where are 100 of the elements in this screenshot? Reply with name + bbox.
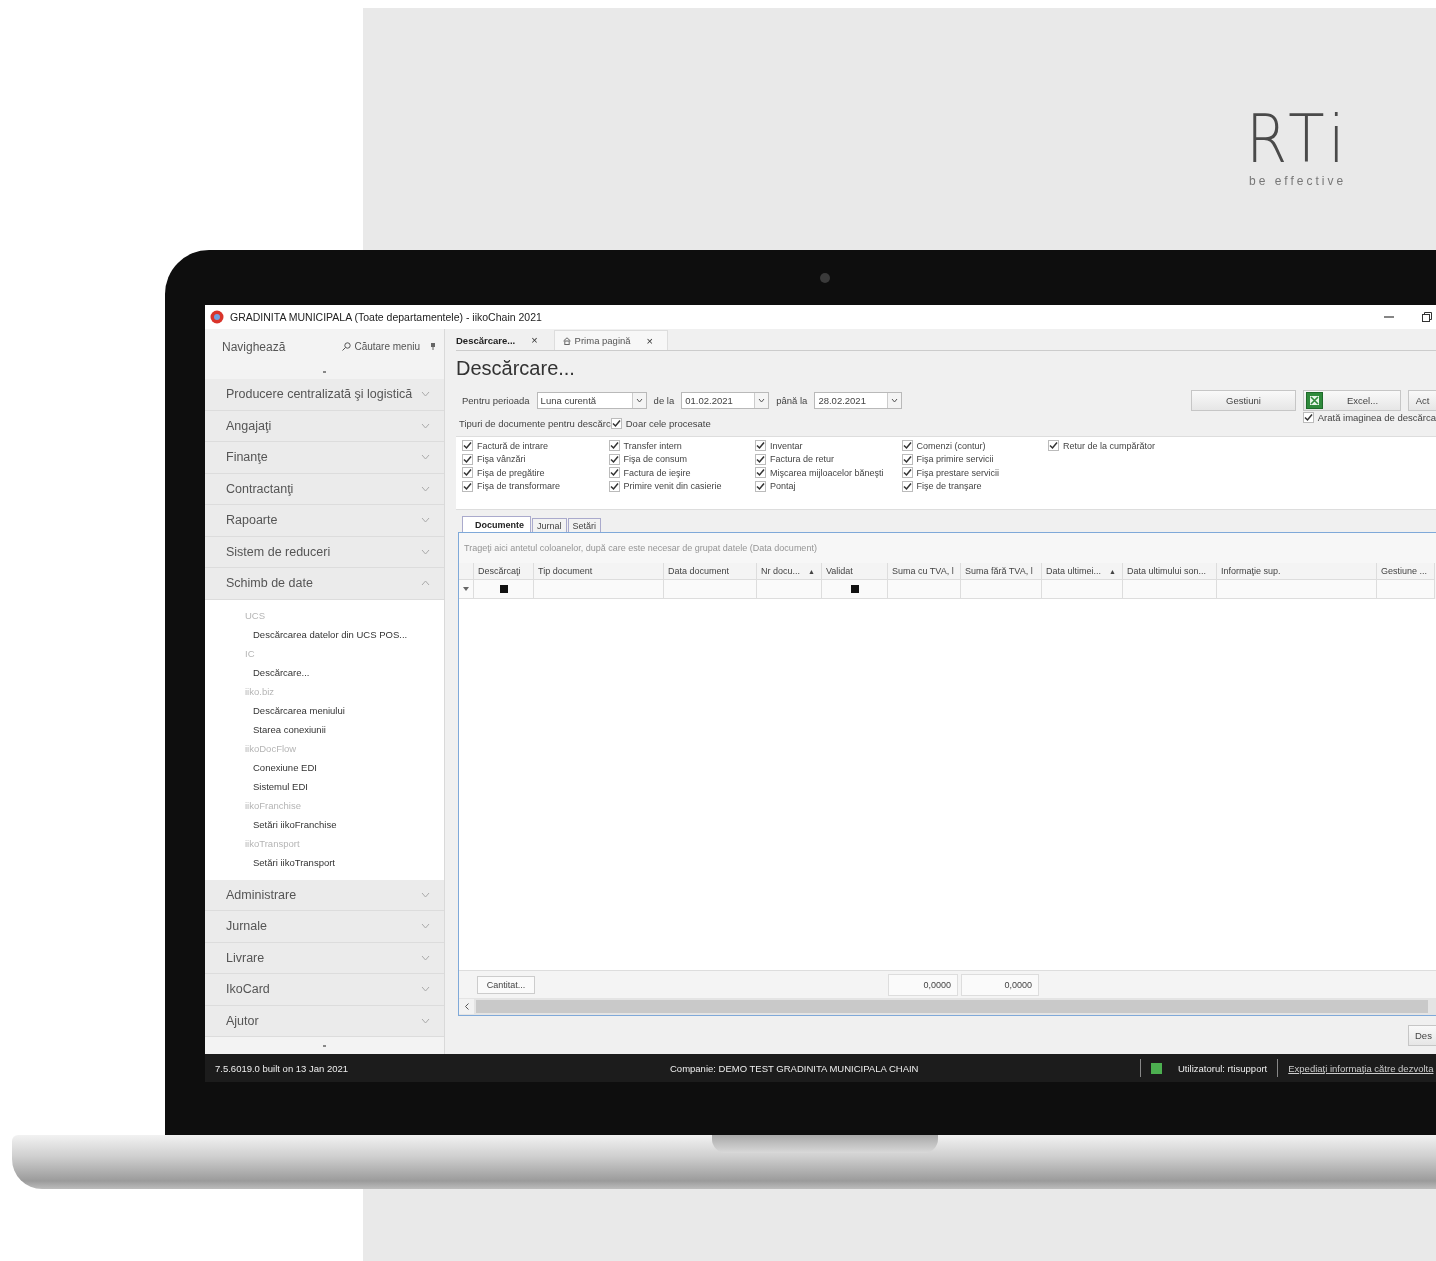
checkbox-label: Factura de ieşire — [623, 467, 691, 478]
menu-group[interactable]: Schimb de date — [205, 568, 444, 600]
checkbox[interactable] — [850, 585, 859, 593]
menu-search-button[interactable]: Căutare meniu — [342, 341, 420, 352]
menu-item[interactable]: Conexiune EDI — [205, 757, 444, 777]
horizontal-scrollbar[interactable] — [459, 998, 1436, 1015]
checkbox[interactable] — [755, 453, 766, 465]
footer-button[interactable]: Cantitat... — [477, 975, 535, 994]
column-header[interactable]: Suma fără TVA, l — [961, 563, 1042, 580]
toolbar-button[interactable]: Gestiuni — [1191, 390, 1296, 411]
menu-item[interactable]: Setări iikoFranchise — [205, 814, 444, 834]
filter-cell[interactable] — [822, 580, 888, 599]
menu-item[interactable]: Descărcarea meniului — [205, 700, 444, 720]
menu-group[interactable]: Finanţe — [205, 442, 444, 474]
menu-group[interactable]: Livrare — [205, 942, 444, 974]
filter-cell[interactable] — [534, 580, 664, 599]
logo-tagline: be effective — [1249, 174, 1347, 188]
column-header[interactable]: Data ultimului son... — [1123, 563, 1217, 580]
filter-cell[interactable] — [961, 580, 1042, 599]
grip-icon[interactable] — [323, 370, 326, 373]
menu-item[interactable]: Starea conexiunii — [205, 719, 444, 739]
menu-group[interactable]: Sistem de reduceri — [205, 536, 444, 568]
column-header[interactable]: Descărcaţi — [474, 563, 534, 580]
menu-item[interactable]: Descărcarea datelor din UCS POS... — [205, 624, 444, 644]
chevron-icon — [421, 454, 430, 461]
menu-group[interactable]: Ajutor — [205, 1005, 444, 1037]
grip-icon[interactable] — [323, 1044, 326, 1047]
checkbox[interactable] — [608, 453, 620, 465]
checkbox[interactable] — [901, 440, 913, 451]
checkbox[interactable] — [901, 480, 913, 492]
menu-item[interactable]: Sistemul EDI — [205, 776, 444, 796]
filter-cell[interactable] — [757, 580, 822, 599]
filter-cell[interactable] — [888, 580, 961, 599]
chevron-icon — [421, 954, 430, 961]
menu-group[interactable]: Contractanţi — [205, 473, 444, 505]
checkbox-label: Fişa prestare servicii — [916, 467, 1000, 478]
download-button[interactable]: Des — [1408, 1024, 1436, 1046]
checkbox[interactable] — [462, 440, 473, 451]
menu-group[interactable]: Rapoarte — [205, 505, 444, 537]
menu-group[interactable]: IkoCard — [205, 974, 444, 1006]
toolbar-button[interactable]: Excel... — [1303, 390, 1401, 411]
menu-group[interactable]: Jurnale — [205, 911, 444, 943]
column-header[interactable]: Tip document — [534, 563, 664, 580]
filter-cell[interactable] — [664, 580, 757, 599]
menu-group[interactable]: Producere centralizată şi logistică — [205, 379, 444, 411]
tab-close-button[interactable]: × — [646, 334, 654, 347]
checkbox[interactable] — [608, 440, 620, 451]
scroll-left-icon[interactable] — [464, 1003, 469, 1010]
chevron-icon — [421, 986, 430, 993]
filter-cell[interactable] — [1217, 580, 1377, 599]
group-hint-text: Trageţi aici antetul coloanelor, după care este necesar de grupat datele (Data document) — [463, 542, 818, 555]
menu-group[interactable]: Angajaţi — [205, 410, 444, 442]
checkbox[interactable] — [755, 440, 766, 451]
checkbox[interactable] — [462, 467, 473, 478]
tab-close-button[interactable]: × — [531, 334, 538, 346]
chevron-icon — [421, 485, 430, 492]
checkbox[interactable] — [608, 480, 620, 492]
chevron-icon — [421, 391, 430, 398]
checkbox[interactable] — [1048, 440, 1059, 451]
period-dropdown[interactable]: Luna curentă — [536, 392, 647, 409]
column-header[interactable]: Validat — [822, 563, 888, 580]
filter-cell[interactable] — [1377, 580, 1435, 599]
checkbox[interactable] — [755, 467, 766, 478]
restore-icon[interactable] — [1422, 312, 1432, 322]
column-header[interactable]: Informaţie sup. — [1217, 563, 1377, 580]
filter-cell[interactable] — [1123, 580, 1217, 599]
section-tab[interactable]: Setări — [567, 518, 602, 532]
menu-group[interactable]: Administrare — [205, 879, 444, 911]
document-tab[interactable]: Prima pagină × — [553, 330, 668, 350]
pin-icon[interactable] — [430, 343, 436, 350]
menu-section-label: IC — [244, 646, 256, 661]
checkbox-label: Fişa de consum — [623, 454, 688, 464]
checkbox[interactable] — [1302, 412, 1314, 423]
checkbox[interactable] — [462, 480, 473, 492]
section-tab[interactable]: Jurnal — [532, 518, 567, 532]
menu-item[interactable]: Setări iikoTransport — [205, 852, 444, 872]
date-picker[interactable]: 28.02.2021 — [814, 392, 903, 409]
checkbox-label: Fişa primire servicii — [916, 454, 994, 464]
toolbar-button[interactable]: Act — [1408, 390, 1436, 411]
checkbox[interactable] — [462, 453, 473, 465]
checkbox[interactable] — [901, 467, 913, 478]
section-tab[interactable]: Documente — [462, 516, 531, 532]
document-tab[interactable]: Descărcare... × — [456, 330, 548, 350]
filter-cell[interactable] — [474, 580, 534, 599]
checkbox[interactable] — [499, 585, 508, 593]
checkbox[interactable] — [608, 467, 620, 478]
filter-icon[interactable] — [463, 586, 469, 592]
date-picker[interactable]: 01.02.2021 — [681, 392, 770, 409]
column-header[interactable]: Data document — [664, 563, 757, 580]
checkbox[interactable] — [755, 480, 766, 492]
logo-text: RTi — [1246, 108, 1351, 172]
checkbox[interactable] — [901, 453, 913, 465]
column-header[interactable]: Suma cu TVA, l — [888, 563, 961, 580]
checkbox-label: Primire venit din casierie — [623, 481, 722, 491]
column-header[interactable]: Gestiune ... — [1377, 563, 1435, 580]
checkbox-label: Inventar — [770, 440, 803, 451]
checkbox[interactable] — [610, 418, 622, 429]
filter-cell[interactable] — [1042, 580, 1123, 599]
menu-item[interactable]: Descărcare... — [205, 662, 444, 682]
feedback-link[interactable]: Expediaţi informaţia către dezvolta — [1288, 1062, 1434, 1074]
